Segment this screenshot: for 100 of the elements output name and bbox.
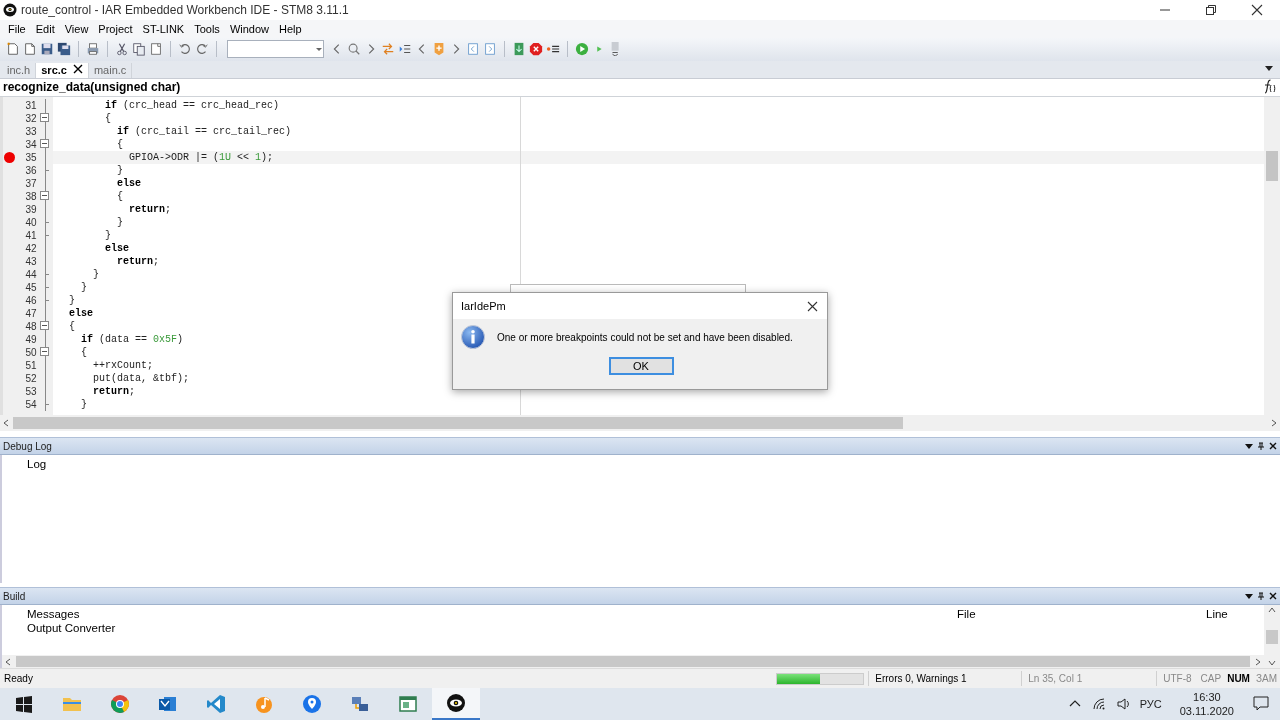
save-icon[interactable] — [40, 42, 54, 57]
close-icon[interactable] — [1269, 442, 1277, 451]
line-number: 37 — [24, 177, 37, 189]
search-icon[interactable] — [347, 42, 361, 57]
close-icon[interactable] — [72, 64, 83, 75]
dropdown-arrow-icon — [315, 45, 323, 54]
redo-icon[interactable] — [195, 42, 209, 57]
menu-item[interactable]: Project — [93, 22, 138, 35]
notification-icon[interactable] — [1252, 694, 1270, 712]
menu-item[interactable]: Tools — [189, 22, 225, 35]
play-icon[interactable] — [575, 42, 589, 57]
code-line: } — [116, 163, 123, 177]
column-header[interactable]: File — [957, 607, 1206, 620]
download-document-icon[interactable] — [512, 42, 526, 57]
line-number: 35 — [24, 151, 37, 163]
function-selector[interactable]: recognize_data(unsigned char) — [3, 80, 181, 95]
horizontal-scrollbar[interactable] — [2, 655, 1264, 669]
windows-logo-icon[interactable] — [14, 694, 34, 714]
restore-icon[interactable] — [1203, 2, 1219, 18]
fold-toggle[interactable] — [39, 190, 49, 200]
scroll-right-icon[interactable] — [1271, 419, 1277, 428]
panel-title: Debug Log — [3, 440, 53, 452]
copy-icon[interactable] — [132, 42, 146, 57]
status-text: Ready — [3, 673, 34, 685]
menu-item[interactable]: View — [59, 22, 94, 35]
build-summary: Errors 0, Warnings 1 — [868, 671, 1022, 687]
line-number: 43 — [24, 255, 37, 267]
print-icon[interactable] — [86, 42, 100, 57]
undo-icon[interactable] — [178, 42, 192, 57]
menu-item[interactable]: File — [3, 22, 31, 35]
pin-icon[interactable] — [1257, 592, 1265, 601]
browser-icon — [110, 694, 130, 714]
menu-item[interactable]: Edit — [30, 22, 60, 35]
speaker-icon[interactable] — [1115, 697, 1130, 711]
column-header[interactable]: Line — [1206, 607, 1228, 620]
close-icon[interactable] — [806, 299, 819, 313]
line-number: 53 — [24, 385, 37, 397]
code-line: { — [104, 111, 111, 125]
stop-icon[interactable] — [529, 42, 543, 57]
code-line: } — [92, 267, 99, 281]
taskbar-button[interactable] — [432, 688, 480, 720]
code-line: return; — [128, 202, 172, 216]
code-line: if (data == 0x5F) — [80, 332, 184, 346]
scroll-up-icon[interactable] — [1268, 607, 1276, 614]
dropdown-arrow-icon[interactable] — [1245, 442, 1253, 451]
scroll-thumb[interactable] — [1266, 629, 1278, 644]
line-number: 33 — [24, 125, 37, 137]
fold-toggle[interactable] — [39, 320, 49, 330]
code-line: return; — [92, 384, 136, 398]
dropdown-arrow-icon[interactable] — [1245, 592, 1253, 601]
code-line: } — [116, 215, 123, 229]
menu-item[interactable]: ST-LINK — [137, 22, 190, 35]
clock[interactable]: 16:30 03.11.2020 — [1179, 690, 1234, 718]
key-indicator: NUM — [1226, 673, 1251, 685]
scroll-down-icon[interactable] — [1268, 660, 1276, 667]
wifi-icon[interactable] — [1091, 697, 1106, 711]
code-line: { — [68, 319, 75, 333]
input-language[interactable]: РУС — [1139, 698, 1162, 710]
save-all-icon[interactable] — [57, 42, 71, 57]
breakpoint-icon[interactable] — [3, 151, 15, 163]
line-number: 39 — [24, 203, 37, 215]
fold-toggle[interactable] — [39, 138, 49, 148]
vertical-scrollbar[interactable] — [1264, 96, 1280, 416]
code-line: return; — [116, 254, 160, 268]
scroll-left-icon[interactable] — [3, 419, 9, 428]
column-header[interactable]: Messages — [2, 607, 957, 620]
new-file-icon[interactable] — [6, 42, 20, 57]
info-icon — [461, 325, 485, 349]
vertical-scrollbar[interactable] — [1264, 605, 1280, 669]
close-icon[interactable] — [1249, 2, 1265, 18]
scroll-right-icon[interactable] — [1255, 657, 1261, 666]
fold-toggle[interactable] — [39, 346, 49, 356]
dialog-title: IarIdePm — [461, 300, 506, 312]
pin-icon[interactable] — [1257, 442, 1265, 451]
code-line: else — [116, 176, 141, 190]
editor-tab[interactable]: main.c — [88, 62, 133, 78]
scroll-left-icon[interactable] — [5, 657, 11, 666]
line-number: 36 — [24, 164, 37, 176]
paste-icon[interactable] — [149, 42, 163, 57]
eye-logo-icon — [446, 693, 466, 713]
line-number: 42 — [24, 242, 37, 254]
dialog-message: One or more breakpoints could not be set and have been disabled. — [497, 331, 793, 343]
code-line: } — [104, 228, 111, 242]
map-pin-icon — [302, 694, 322, 714]
menu-item[interactable]: Window — [224, 22, 274, 35]
app-logo-icon — [3, 3, 17, 17]
new-document-icon[interactable] — [23, 42, 37, 57]
editor-tab[interactable]: src.c — [36, 62, 89, 78]
menu-item[interactable]: Help — [274, 22, 307, 35]
line-number: 38 — [24, 190, 37, 202]
music-note-icon — [254, 694, 274, 714]
fold-toggle[interactable] — [39, 112, 49, 122]
line-number: 31 — [24, 99, 37, 111]
ok-button[interactable]: OK — [608, 357, 674, 375]
window-app-icon — [398, 694, 418, 714]
key-indicator: CAP — [1199, 673, 1223, 685]
close-icon[interactable] — [1269, 592, 1277, 601]
window-title: route_control - IAR Embedded Workbench IDE - STM8 3.11.1 — [21, 3, 350, 17]
cut-icon[interactable] — [115, 42, 129, 57]
horizontal-scrollbar[interactable] — [0, 415, 1280, 432]
